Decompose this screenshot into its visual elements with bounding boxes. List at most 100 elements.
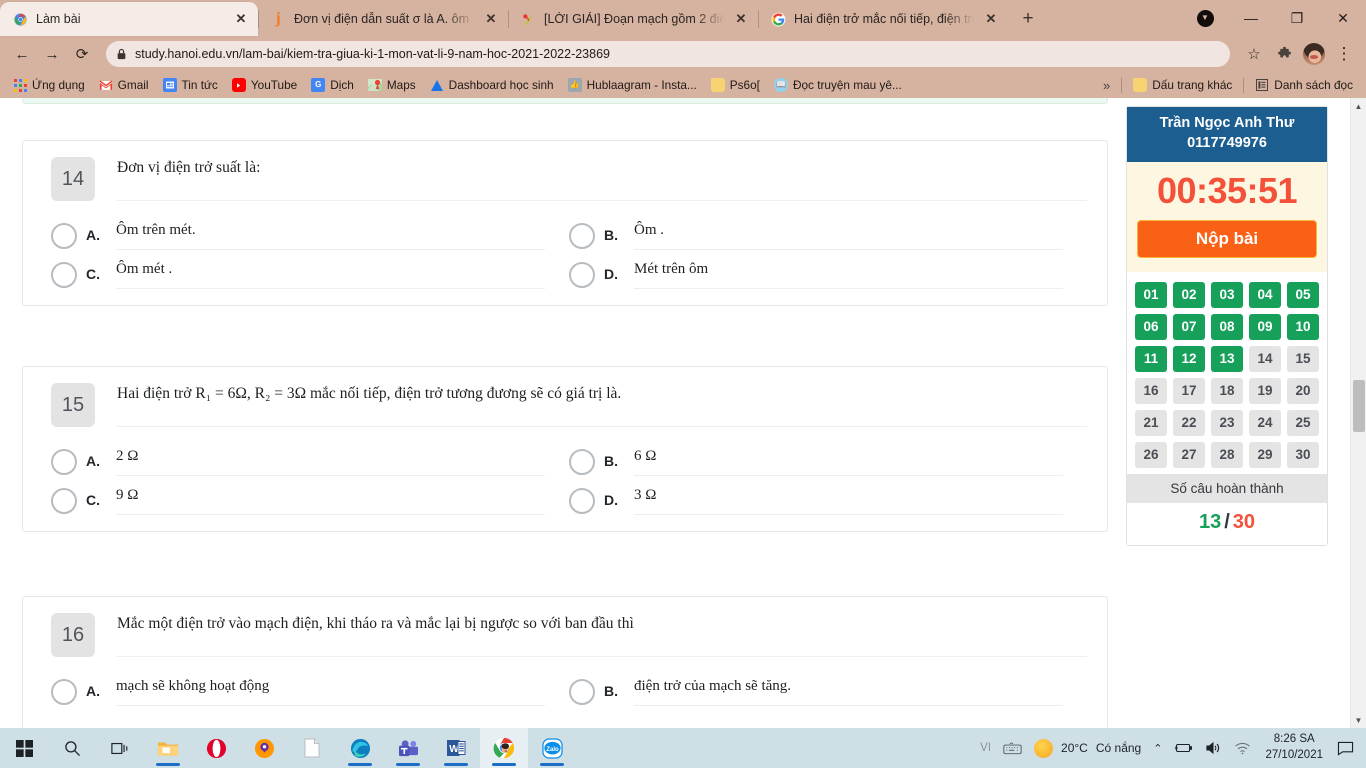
nav-question-15[interactable]: 15 <box>1287 345 1319 372</box>
avatar[interactable] <box>1300 40 1328 68</box>
nav-question-27[interactable]: 27 <box>1173 441 1205 468</box>
tab-close-button[interactable]: ✕ <box>232 10 250 28</box>
nav-question-26[interactable]: 26 <box>1135 441 1167 468</box>
browser-tab-3[interactable]: Hai điện trở mắc nối tiếp, điện trở ✕ <box>758 2 1008 36</box>
maximize-button[interactable]: ❐ <box>1274 2 1320 34</box>
bookmark-youtube[interactable]: YouTube <box>225 74 304 96</box>
bookmark-translate[interactable]: G Dịch <box>304 74 361 96</box>
browser-tab-1[interactable]: j Đơn vị điện dẫn suất σ là A. ôm mét ✕ <box>258 2 508 36</box>
nav-question-28[interactable]: 28 <box>1211 441 1243 468</box>
radio-icon[interactable] <box>569 223 595 249</box>
scrollbar-thumb[interactable] <box>1353 380 1365 432</box>
radio-icon[interactable] <box>51 223 77 249</box>
nav-question-20[interactable]: 20 <box>1287 377 1319 404</box>
bookmark-hublaagram[interactable]: 👍 Hublaagram - Insta... <box>561 74 704 96</box>
nav-question-21[interactable]: 21 <box>1135 409 1167 436</box>
bookmark-star-icon[interactable]: ☆ <box>1240 40 1268 68</box>
bookmark-doctruyen[interactable]: 📖 Đọc truyện mau yê... <box>767 74 909 96</box>
bookmark-maps[interactable]: Maps <box>361 74 423 96</box>
scroll-up-arrow[interactable]: ▲ <box>1351 98 1366 114</box>
option-c[interactable]: C. Ôm mét . <box>51 250 569 289</box>
bookmark-dashboard[interactable]: Dashboard học sinh <box>423 74 561 96</box>
bookmark-apps[interactable]: Ứng dụng <box>6 74 92 96</box>
microsoft-teams[interactable] <box>384 728 432 768</box>
puzzle-icon[interactable] <box>1270 40 1298 68</box>
radio-icon[interactable] <box>569 679 595 705</box>
bookmark-ps6o[interactable]: Ps6o[ <box>704 74 767 96</box>
radio-icon[interactable] <box>51 679 77 705</box>
nav-question-17[interactable]: 17 <box>1173 377 1205 404</box>
document-app[interactable] <box>288 728 336 768</box>
nav-question-14[interactable]: 14 <box>1249 345 1281 372</box>
nav-question-13[interactable]: 13 <box>1211 345 1243 372</box>
radio-icon[interactable] <box>569 449 595 475</box>
clock[interactable]: 8:26 SA 27/10/2021 <box>1257 728 1331 768</box>
radio-icon[interactable] <box>569 488 595 514</box>
nav-question-19[interactable]: 19 <box>1249 377 1281 404</box>
submit-exam-button[interactable]: Nộp bài <box>1137 219 1317 258</box>
option-b[interactable]: B. Ôm . <box>569 211 1087 250</box>
search-button[interactable] <box>48 728 96 768</box>
radio-icon[interactable] <box>569 262 595 288</box>
tab-close-button[interactable]: ✕ <box>982 10 1000 28</box>
tab-search-button[interactable]: ▼ <box>1182 2 1228 34</box>
address-bar[interactable]: study.hanoi.edu.vn/lam-bai/kiem-tra-giua… <box>106 41 1230 67</box>
bookmarks-overflow-button[interactable]: » <box>1096 74 1117 96</box>
tab-close-button[interactable]: ✕ <box>482 10 500 28</box>
nav-question-12[interactable]: 12 <box>1173 345 1205 372</box>
nav-question-11[interactable]: 11 <box>1135 345 1167 372</box>
nav-question-05[interactable]: 05 <box>1287 281 1319 308</box>
bookmark-gmail[interactable]: Gmail <box>92 74 156 96</box>
nav-question-29[interactable]: 29 <box>1249 441 1281 468</box>
option-b[interactable]: B. 6 Ω <box>569 437 1087 476</box>
option-d[interactable]: D. Mét trên ôm <box>569 250 1087 289</box>
volume-icon[interactable] <box>1199 728 1228 768</box>
radio-icon[interactable] <box>51 449 77 475</box>
nav-question-02[interactable]: 02 <box>1173 281 1205 308</box>
nav-question-18[interactable]: 18 <box>1211 377 1243 404</box>
reading-list-button[interactable]: Danh sách đọc <box>1248 74 1360 96</box>
option-a[interactable]: A. Ôm trên mét. <box>51 211 569 250</box>
task-view-button[interactable] <box>96 728 144 768</box>
nav-question-08[interactable]: 08 <box>1211 313 1243 340</box>
new-tab-button[interactable]: + <box>1014 5 1042 33</box>
back-button[interactable]: ← <box>8 40 36 68</box>
wifi-icon[interactable] <box>1228 728 1257 768</box>
browser-tab-2[interactable]: [LỜI GIẢI] Đoạn mạch gồm 2 điện trở ✕ <box>508 2 758 36</box>
file-explorer[interactable] <box>144 728 192 768</box>
nav-question-07[interactable]: 07 <box>1173 313 1205 340</box>
nav-question-25[interactable]: 25 <box>1287 409 1319 436</box>
radio-icon[interactable] <box>51 262 77 288</box>
opera-browser[interactable] <box>192 728 240 768</box>
forward-button[interactable]: → <box>38 40 66 68</box>
bookmark-other-folder[interactable]: Dấu trang khác <box>1126 74 1239 96</box>
input-language-indicator[interactable]: VI <box>974 728 997 768</box>
nav-question-03[interactable]: 03 <box>1211 281 1243 308</box>
microsoft-edge[interactable] <box>336 728 384 768</box>
nav-question-23[interactable]: 23 <box>1211 409 1243 436</box>
browser-tab-0[interactable]: Làm bài ✕ <box>0 2 258 36</box>
start-button[interactable] <box>0 728 48 768</box>
option-a[interactable]: A. mạch sẽ không hoạt động <box>51 667 569 706</box>
nav-question-10[interactable]: 10 <box>1287 313 1319 340</box>
chrome-menu-button[interactable]: ⋮ <box>1330 40 1358 68</box>
radio-icon[interactable] <box>51 488 77 514</box>
battery-icon[interactable] <box>1168 728 1199 768</box>
reload-button[interactable]: ⟳ <box>68 40 96 68</box>
nav-question-30[interactable]: 30 <box>1287 441 1319 468</box>
google-chrome[interactable] <box>480 728 528 768</box>
nav-question-22[interactable]: 22 <box>1173 409 1205 436</box>
weather-widget[interactable]: 20°C Có nắng <box>1028 728 1147 768</box>
nav-question-09[interactable]: 09 <box>1249 313 1281 340</box>
nav-question-06[interactable]: 06 <box>1135 313 1167 340</box>
option-b[interactable]: B. điện trở của mạch sẽ tăng. <box>569 667 1087 706</box>
microsoft-word[interactable]: W <box>432 728 480 768</box>
page-scrollbar[interactable]: ▲ ▼ <box>1350 98 1366 728</box>
tab-close-button[interactable]: ✕ <box>732 10 750 28</box>
nav-question-04[interactable]: 04 <box>1249 281 1281 308</box>
bookmark-news[interactable]: Tin tức <box>156 74 225 96</box>
minimize-button[interactable]: — <box>1228 2 1274 34</box>
nav-question-24[interactable]: 24 <box>1249 409 1281 436</box>
notification-icon[interactable] <box>1331 728 1360 768</box>
option-a[interactable]: A. 2 Ω <box>51 437 569 476</box>
